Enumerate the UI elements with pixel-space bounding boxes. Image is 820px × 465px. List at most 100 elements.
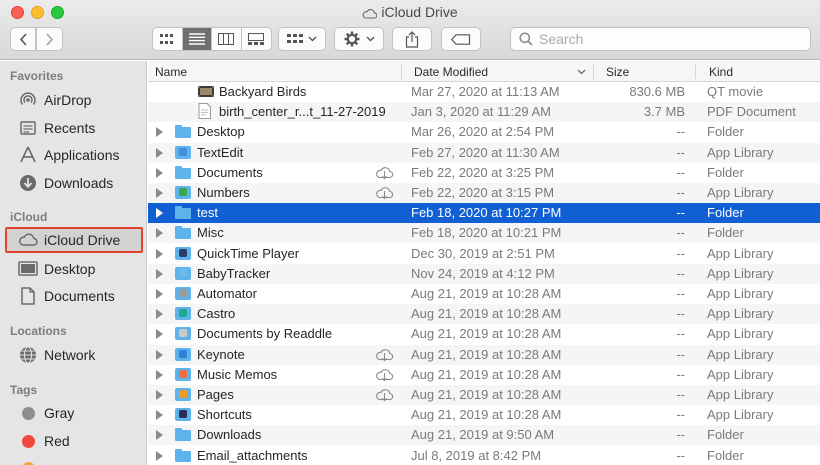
cloud-download-icon[interactable] <box>375 186 394 203</box>
app-library-folder-icon <box>175 408 191 422</box>
file-row[interactable]: Email_attachments Jul 8, 2019 at 8:42 PM -… <box>148 446 820 465</box>
sidebar-item-tag-partial[interactable] <box>5 455 143 465</box>
cloud-download-icon[interactable] <box>375 368 394 385</box>
file-row[interactable]: Music Memos Aug 21, 2019 at 10:28 AM -- App… <box>148 365 820 385</box>
sidebar-item-downloads[interactable]: Downloads <box>5 170 143 196</box>
file-row[interactable]: Numbers Feb 22, 2020 at 3:15 PM -- App Libr… <box>148 183 820 203</box>
file-date-modified: Aug 21, 2019 at 9:50 AM <box>411 427 555 443</box>
search-field[interactable] <box>510 27 811 51</box>
file-row[interactable]: Castro Aug 21, 2019 at 10:28 AM -- App Libr… <box>148 304 820 325</box>
group-by-button[interactable] <box>278 27 326 51</box>
disclosure-triangle-icon[interactable] <box>156 208 163 219</box>
downloads-icon <box>18 173 38 193</box>
file-size: -- <box>676 326 685 342</box>
column-header-kind[interactable]: Kind <box>709 65 733 79</box>
column-header-date[interactable]: Date Modified <box>414 65 488 79</box>
disclosure-triangle-icon[interactable] <box>156 349 163 360</box>
file-row[interactable]: Desktop Mar 26, 2020 at 2:54 PM -- Folder <box>148 122 820 142</box>
disclosure-triangle-icon[interactable] <box>156 248 163 259</box>
file-row[interactable]: Pages Aug 21, 2019 at 10:28 AM -- App Libra… <box>148 385 820 405</box>
recents-icon <box>18 118 38 138</box>
file-row[interactable]: QuickTime Player Dec 30, 2019 at 2:51 PM -… <box>148 244 820 264</box>
disclosure-triangle-icon[interactable] <box>156 430 163 441</box>
column-header-name[interactable]: Name <box>155 65 187 79</box>
search-icon <box>519 32 533 46</box>
folder-icon <box>175 226 191 240</box>
column-view-icon <box>218 33 235 45</box>
file-kind: App Library <box>707 346 774 362</box>
column-view-button[interactable] <box>212 28 242 50</box>
app-library-folder-icon <box>175 145 191 159</box>
sidebar-item-network[interactable]: Network <box>5 342 143 368</box>
column-separator[interactable] <box>401 64 402 79</box>
file-name: Automator <box>197 286 257 301</box>
sidebar-item-desktop[interactable]: Desktop <box>5 256 143 282</box>
disclosure-triangle-icon[interactable] <box>156 127 163 138</box>
sidebar-item-airdrop[interactable]: AirDrop <box>5 87 143 113</box>
disclosure-triangle-icon[interactable] <box>156 329 163 340</box>
gallery-view-button[interactable] <box>242 28 271 50</box>
disclosure-triangle-icon[interactable] <box>156 390 163 400</box>
share-button[interactable] <box>392 27 432 51</box>
disclosure-triangle-icon[interactable] <box>156 289 163 299</box>
disclosure-triangle-icon[interactable] <box>156 309 163 320</box>
file-row[interactable]: Misc Feb 18, 2020 at 10:21 PM -- Folder <box>148 223 820 244</box>
disclosure-triangle-icon[interactable] <box>156 188 163 198</box>
edit-tags-button[interactable] <box>441 27 481 51</box>
disclosure-triangle-icon[interactable] <box>156 450 163 461</box>
file-row[interactable]: Shortcuts Aug 21, 2019 at 10:28 AM -- App L… <box>148 405 820 425</box>
disclosure-triangle-icon[interactable] <box>156 369 163 380</box>
file-row[interactable]: BabyTracker Nov 24, 2019 at 4:12 PM -- App … <box>148 263 820 284</box>
column-headers: Name Date Modified Size Kind <box>148 61 820 82</box>
column-header-size[interactable]: Size <box>606 65 629 79</box>
file-size: -- <box>676 447 685 463</box>
back-button[interactable] <box>10 27 36 51</box>
chevron-down-icon <box>308 36 317 42</box>
app-library-folder-icon <box>175 347 191 361</box>
forward-button[interactable] <box>36 27 63 51</box>
file-row[interactable]: Backyard Birds Mar 27, 2020 at 11:13 AM 83… <box>148 82 820 102</box>
file-name: Numbers <box>197 185 250 200</box>
file-row[interactable]: Keynote Aug 21, 2019 at 10:28 AM -- App Lib… <box>148 344 820 365</box>
sidebar-item-applications[interactable]: Applications <box>5 142 143 168</box>
file-date-modified: Jan 3, 2020 at 11:29 AM <box>411 104 551 120</box>
search-input[interactable] <box>539 31 799 47</box>
column-separator[interactable] <box>593 64 594 79</box>
sidebar-item-tag-gray[interactable]: Gray <box>5 400 143 426</box>
file-row[interactable]: TextEdit Feb 27, 2020 at 11:30 AM -- App Li… <box>148 142 820 163</box>
action-menu-button[interactable] <box>334 27 384 51</box>
disclosure-triangle-icon[interactable] <box>156 167 163 178</box>
cloud-download-icon[interactable] <box>375 166 394 183</box>
disclosure-triangle-icon[interactable] <box>156 228 163 239</box>
file-row-selected[interactable]: test Feb 18, 2020 at 10:27 PM -- Folder <box>148 203 820 224</box>
file-kind: App Library <box>707 326 774 342</box>
file-row[interactable]: birth_center_r...t_11-27-2019 Jan 3, 2020… <box>148 102 820 123</box>
file-date-modified: Mar 26, 2020 at 2:54 PM <box>411 124 555 140</box>
file-kind: Folder <box>707 447 744 463</box>
app-library-folder-icon <box>175 367 191 381</box>
file-date-modified: Feb 18, 2020 at 10:21 PM <box>411 225 562 241</box>
column-separator[interactable] <box>695 64 696 79</box>
disclosure-triangle-icon[interactable] <box>156 268 163 279</box>
file-row[interactable]: Documents by Readdle Aug 21, 2019 at 10:2… <box>148 324 820 344</box>
cloud-icon <box>362 6 378 22</box>
file-name: Keynote <box>197 346 245 362</box>
disclosure-triangle-icon[interactable] <box>156 147 163 158</box>
cloud-download-icon[interactable] <box>375 388 394 405</box>
file-name: Documents by Readdle <box>197 326 333 342</box>
sidebar-item-icloud-drive[interactable]: iCloud Drive <box>5 227 143 253</box>
sidebar-item-documents[interactable]: Documents <box>5 283 143 309</box>
file-date-modified: Jul 8, 2019 at 8:42 PM <box>411 447 542 463</box>
cloud-download-icon[interactable] <box>375 348 394 365</box>
file-kind: Folder <box>707 124 744 140</box>
sidebar-item-tag-red[interactable]: Red <box>5 428 143 454</box>
file-row[interactable]: Documents Feb 22, 2020 at 3:25 PM -- Folder <box>148 163 820 183</box>
file-row[interactable]: Automator Aug 21, 2019 at 10:28 AM -- App L… <box>148 284 820 304</box>
share-icon <box>405 30 419 48</box>
list-view-button[interactable] <box>182 28 212 50</box>
disclosure-triangle-icon[interactable] <box>156 410 163 421</box>
sidebar-item-recents[interactable]: Recents <box>5 115 143 141</box>
file-row[interactable]: Downloads Aug 21, 2019 at 9:50 AM -- Folder <box>148 425 820 446</box>
sidebar: Favorites AirDrop Recents Applications D… <box>0 61 147 465</box>
icon-view-button[interactable] <box>153 28 183 50</box>
